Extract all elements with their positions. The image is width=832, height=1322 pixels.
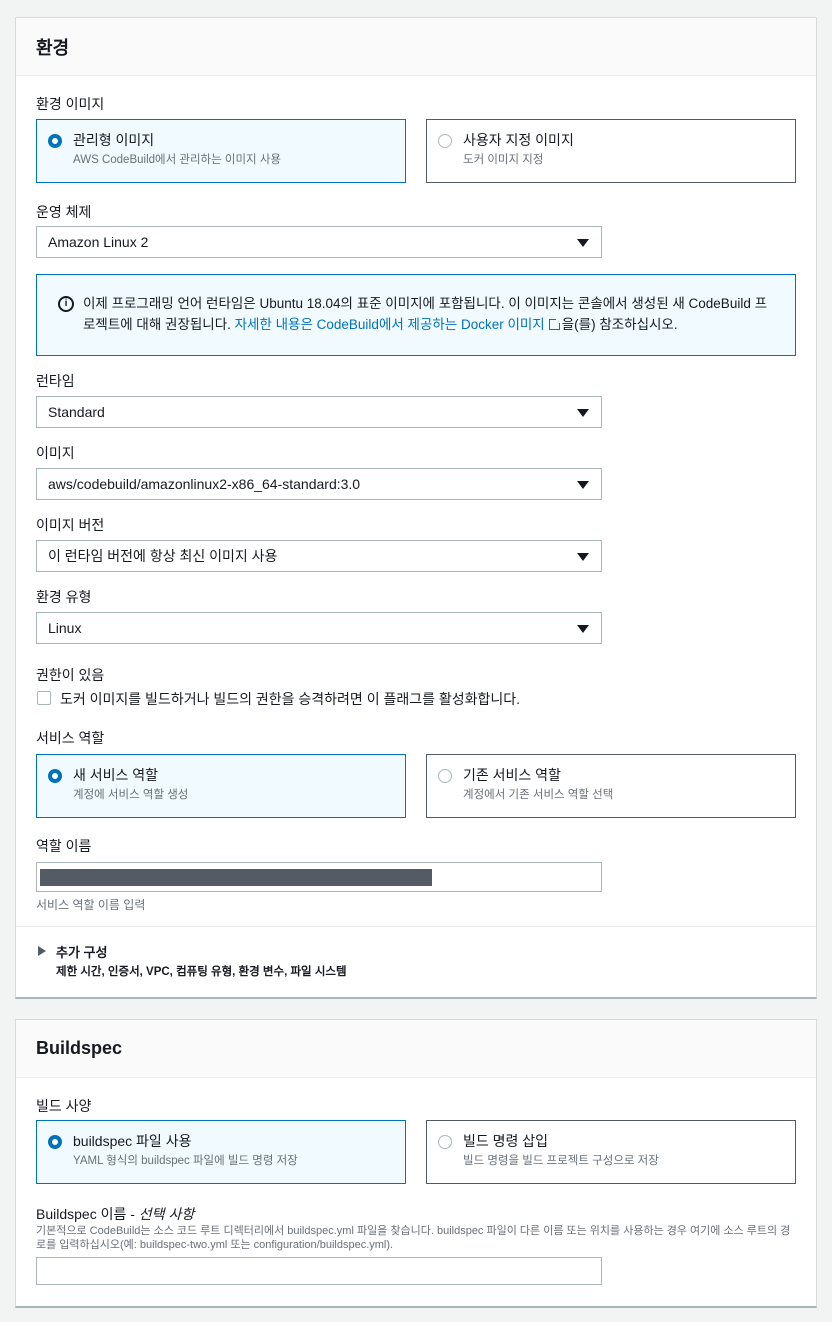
custom-image-option[interactable]: 사용자 지정 이미지 도커 이미지 지정 [426, 119, 796, 183]
image-version-select[interactable]: 이 런타임 버전에 항상 최신 이미지 사용 [36, 540, 602, 572]
caret-down-icon [577, 553, 589, 561]
service-role-label: 서비스 역할 [36, 730, 105, 746]
buildspec-panel: Buildspec 빌드 사양 buildspec 파일 사용 YAML 형식의… [15, 1019, 817, 1308]
environment-type-select-value: Linux [48, 620, 82, 636]
managed-image-option[interactable]: 관리형 이미지 AWS CodeBuild에서 관리하는 이미지 사용 [36, 119, 406, 183]
use-buildspec-file-option[interactable]: buildspec 파일 사용 YAML 형식의 buildspec 파일에 빌… [36, 1120, 406, 1184]
environment-type-label: 환경 유형 [36, 589, 92, 605]
role-name-input[interactable] [36, 862, 602, 892]
buildspec-name-label: Buildspec 이름 - 선택 사항 [36, 1204, 194, 1224]
additional-config-desc: 제한 시간, 인증서, VPC, 컴퓨팅 유형, 환경 변수, 파일 시스템 [56, 966, 347, 978]
new-service-role-option[interactable]: 새 서비스 역할 계정에 서비스 역할 생성 [36, 754, 406, 818]
buildspec-name-desc: 기본적으로 CodeBuild는 소스 코드 루트 디렉터리에서 buildsp… [36, 1225, 791, 1251]
info-icon: i [58, 296, 74, 312]
runtime-select-value: Standard [48, 404, 105, 420]
option-title: 사용자 지정 이미지 [463, 132, 574, 148]
image-label: 이미지 [36, 445, 75, 461]
additional-config-toggle[interactable]: 추가 구성 [56, 942, 107, 961]
buildspec-header: Buildspec [16, 1020, 816, 1078]
option-desc: AWS CodeBuild에서 관리하는 이미지 사용 [73, 154, 281, 166]
caret-down-icon [577, 625, 589, 633]
existing-service-role-option[interactable]: 기존 서비스 역할 계정에서 기존 서비스 역할 선택 [426, 754, 796, 818]
optional-label: 선택 사항 [138, 1206, 195, 1222]
privileged-checkbox-label[interactable]: 도커 이미지를 빌드하거나 빌드의 권한을 승격하려면 이 플래그를 활성화합니… [60, 689, 520, 709]
image-version-label: 이미지 버전 [36, 517, 105, 533]
buildspec-name-input[interactable] [36, 1257, 602, 1285]
radio-icon[interactable] [48, 134, 62, 148]
option-title: buildspec 파일 사용 [73, 1133, 192, 1149]
option-desc: YAML 형식의 buildspec 파일에 빌드 명령 저장 [73, 1155, 298, 1167]
os-label: 운영 체제 [36, 204, 92, 220]
info-text-line2: 로젝트에 대해 권장됩니다. [83, 317, 235, 332]
option-desc: 빌드 명령을 빌드 프로젝트 구성으로 저장 [463, 1155, 659, 1167]
radio-icon[interactable] [438, 134, 452, 148]
os-select-value: Amazon Linux 2 [48, 234, 149, 250]
buildspec-title: Buildspec [36, 1038, 123, 1058]
option-title: 기존 서비스 역할 [463, 767, 561, 783]
caret-right-icon[interactable] [38, 946, 46, 956]
role-name-hint: 서비스 역할 이름 입력 [36, 898, 146, 912]
section-divider [16, 926, 816, 927]
runtime-select[interactable]: Standard [36, 396, 602, 428]
runtime-info-alert: i 이제 프로그래밍 언어 런타임은 Ubuntu 18.04의 표준 이미지에… [36, 274, 796, 356]
option-title: 빌드 명령 삽입 [463, 1133, 549, 1149]
os-select[interactable]: Amazon Linux 2 [36, 226, 602, 258]
info-text-end: 을(를) 참조하십시오. [561, 317, 678, 332]
buildspec-name-label-text: Buildspec 이름 - [36, 1206, 139, 1222]
environment-header: 환경 [16, 18, 816, 76]
environment-panel: 환경 환경 이미지 관리형 이미지 AWS CodeBuild에서 관리하는 이… [15, 17, 817, 999]
insert-build-commands-option[interactable]: 빌드 명령 삽입 빌드 명령을 빌드 프로젝트 구성으로 저장 [426, 1120, 796, 1184]
redacted-value [40, 869, 432, 886]
info-text-line1: 이제 프로그래밍 언어 런타임은 Ubuntu 18.04의 표준 이미지에 포… [83, 296, 767, 311]
role-name-label: 역할 이름 [36, 838, 92, 854]
radio-icon[interactable] [438, 769, 452, 783]
environment-type-select[interactable]: Linux [36, 612, 602, 644]
caret-down-icon [577, 409, 589, 417]
build-spec-label: 빌드 사양 [36, 1098, 92, 1114]
privileged-checkbox[interactable] [37, 691, 51, 705]
caret-down-icon [577, 481, 589, 489]
option-title: 관리형 이미지 [73, 132, 155, 148]
option-desc: 계정에서 기존 서비스 역할 선택 [463, 789, 614, 801]
docker-images-link[interactable]: 자세한 내용은 CodeBuild에서 제공하는 Docker 이미지 [235, 317, 545, 332]
option-desc: 도커 이미지 지정 [463, 154, 544, 166]
environment-title: 환경 [36, 37, 70, 58]
image-version-select-value: 이 런타임 버전에 항상 최신 이미지 사용 [48, 548, 278, 564]
radio-icon[interactable] [48, 769, 62, 783]
image-select-value: aws/codebuild/amazonlinux2-x86_64-standa… [48, 476, 361, 492]
image-select[interactable]: aws/codebuild/amazonlinux2-x86_64-standa… [36, 468, 602, 500]
option-title: 새 서비스 역할 [73, 767, 159, 783]
radio-icon[interactable] [438, 1135, 452, 1149]
environment-image-label: 환경 이미지 [36, 96, 105, 112]
info-text: 이제 프로그래밍 언어 런타임은 Ubuntu 18.04의 표준 이미지에 포… [83, 293, 775, 335]
radio-icon[interactable] [48, 1135, 62, 1149]
privileged-label: 권한이 있음 [36, 667, 105, 683]
runtime-label: 런타임 [36, 373, 75, 389]
caret-down-icon [577, 239, 589, 247]
external-link-icon[interactable] [548, 317, 562, 330]
option-desc: 계정에 서비스 역할 생성 [73, 789, 189, 801]
